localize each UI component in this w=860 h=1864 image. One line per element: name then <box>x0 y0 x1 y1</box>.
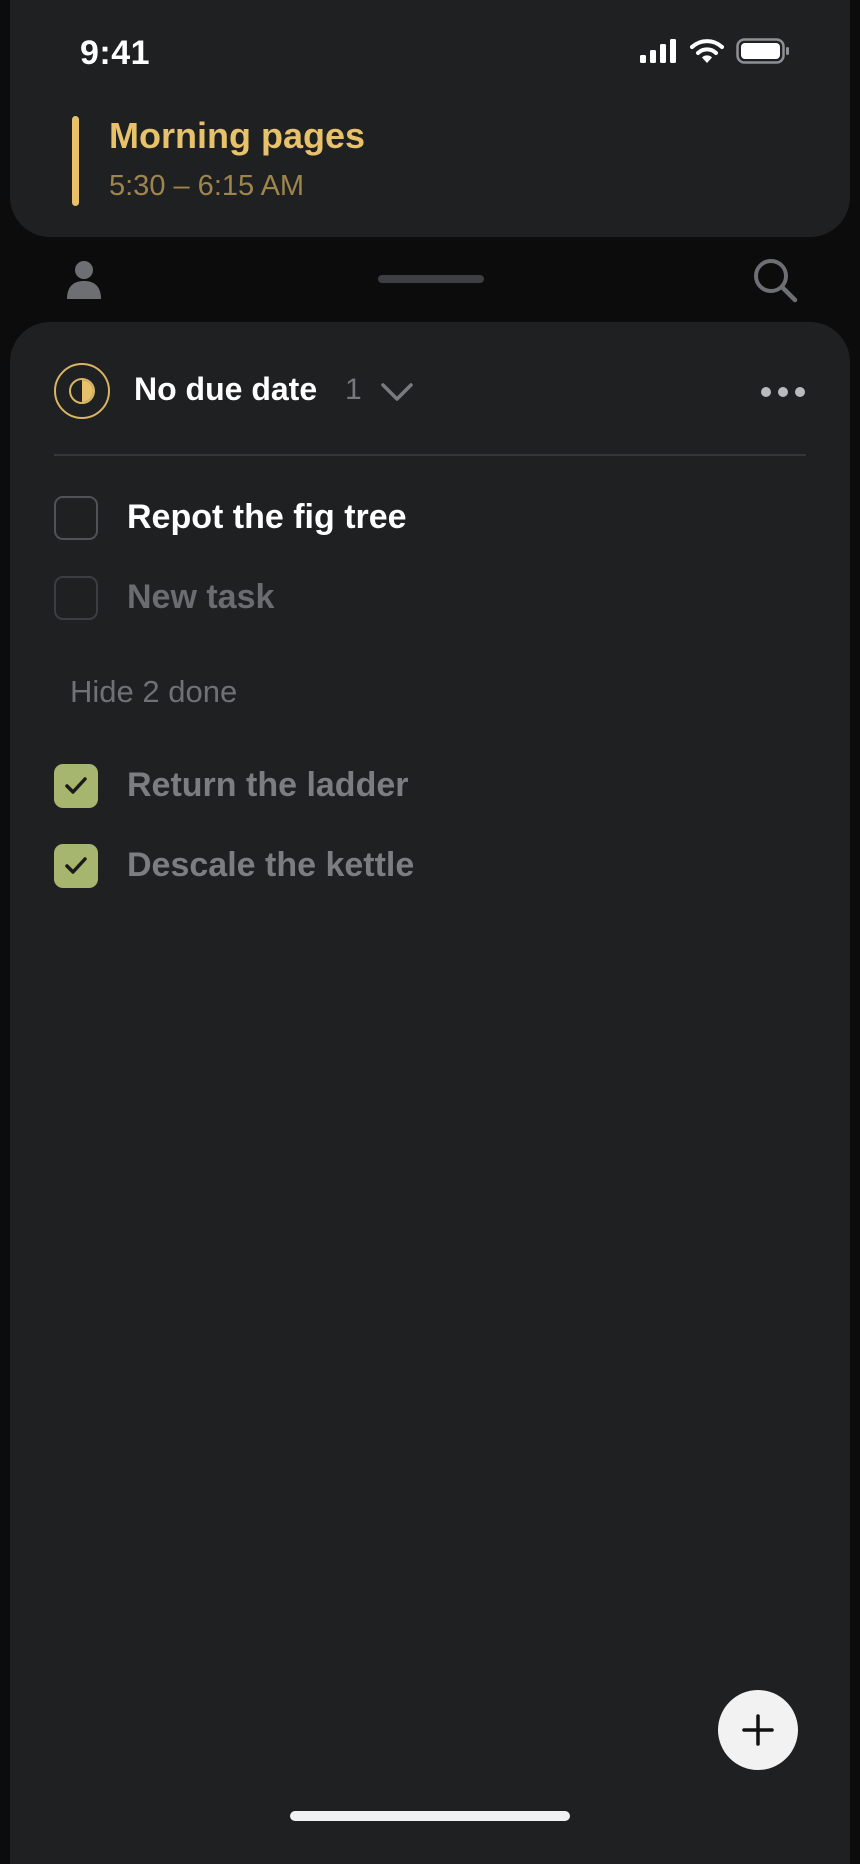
new-task-input[interactable]: New task <box>127 578 274 617</box>
more-options-icon[interactable] <box>760 377 806 407</box>
event-card[interactable]: 9:41 Morning pages 5:30 – 6:15 AM <box>10 0 850 237</box>
cellular-signal-icon <box>640 39 676 63</box>
checkmark-icon <box>65 777 87 794</box>
home-indicator[interactable] <box>290 1811 570 1821</box>
section-title: No due date <box>134 371 318 407</box>
task-label[interactable]: Descale the kettle <box>127 846 414 885</box>
new-task-checkbox <box>54 576 98 620</box>
section-header[interactable]: No due date 1 <box>54 363 806 421</box>
half-circle-icon <box>54 363 110 419</box>
event-time: 5:30 – 6:15 AM <box>109 170 305 202</box>
event-title: Morning pages <box>109 115 366 156</box>
task-checkbox[interactable] <box>54 496 98 540</box>
add-task-button[interactable] <box>718 1690 798 1770</box>
chevron-down-icon[interactable] <box>380 377 414 407</box>
checkmark-icon <box>65 857 87 874</box>
person-icon[interactable] <box>66 259 102 299</box>
task-label[interactable]: Repot the fig tree <box>127 498 407 537</box>
new-task-row[interactable]: New task <box>54 570 806 626</box>
task-label[interactable]: Return the ladder <box>127 766 408 805</box>
event-color-bar <box>72 116 79 206</box>
battery-icon <box>736 38 789 64</box>
hide-done-toggle[interactable]: Hide 2 done <box>70 674 237 710</box>
header-divider <box>54 454 806 456</box>
wifi-icon <box>690 39 724 63</box>
task-row[interactable]: Repot the fig tree <box>54 490 806 546</box>
plus-icon <box>742 1714 774 1746</box>
task-checkbox[interactable] <box>54 764 98 808</box>
status-icons <box>640 38 790 64</box>
sheet-grabber[interactable] <box>378 275 484 283</box>
toolbar <box>0 237 860 322</box>
screen: 9:41 Morning pages 5:30 – 6:15 AM No due… <box>0 0 860 1864</box>
task-sheet: No due date 1 Repot the fig tree New tas… <box>10 322 850 1864</box>
section-count: 1 <box>345 373 362 406</box>
task-checkbox[interactable] <box>54 844 98 888</box>
task-row[interactable]: Descale the kettle <box>54 838 806 894</box>
status-time: 9:41 <box>80 34 151 72</box>
search-icon[interactable] <box>752 257 798 303</box>
task-row[interactable]: Return the ladder <box>54 758 806 814</box>
